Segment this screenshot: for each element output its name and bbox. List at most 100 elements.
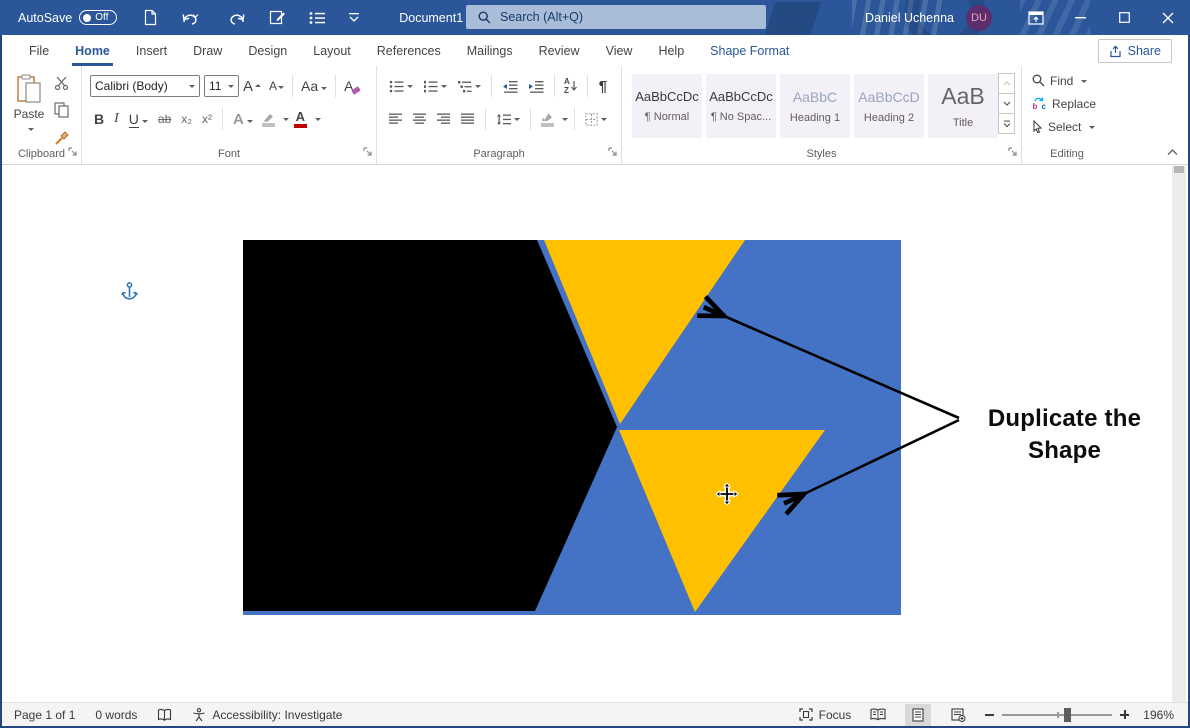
align-center-button[interactable] <box>409 111 431 127</box>
clipboard-dialog-launcher-icon[interactable] <box>68 145 77 159</box>
maximize-button[interactable] <box>1102 0 1146 35</box>
tab-insert[interactable]: Insert <box>123 35 180 66</box>
subscript-button[interactable]: x₂ <box>177 111 196 127</box>
tab-layout[interactable]: Layout <box>300 35 364 66</box>
grow-font-button[interactable]: A <box>239 77 265 96</box>
replace-button[interactable]: b c Replace <box>1032 95 1112 112</box>
undo-icon[interactable] <box>177 8 209 28</box>
shading-button[interactable] <box>537 112 557 127</box>
align-left-button[interactable] <box>385 111 407 127</box>
line-spacing-button[interactable] <box>492 111 524 128</box>
ribbon-display-options-icon[interactable] <box>1014 0 1058 35</box>
multilevel-list-button[interactable] <box>453 78 485 95</box>
bullet-list-button[interactable] <box>385 78 417 95</box>
italic-button[interactable]: I <box>110 110 123 128</box>
font-dialog-launcher-icon[interactable] <box>363 145 372 159</box>
redo-icon[interactable] <box>224 8 250 28</box>
paragraph-group-label: Paragraph <box>377 148 621 160</box>
styles-more-icon[interactable] <box>998 113 1015 134</box>
decrease-indent-button[interactable] <box>498 78 522 95</box>
copy-icon[interactable] <box>54 102 70 121</box>
strikethrough-button[interactable]: ab <box>154 111 175 127</box>
increase-indent-button[interactable] <box>524 78 548 95</box>
zoom-in-icon[interactable] <box>1120 710 1129 719</box>
close-button[interactable] <box>1146 0 1190 35</box>
tab-references[interactable]: References <box>364 35 454 66</box>
paragraph-dialog-launcher-icon[interactable] <box>608 145 617 159</box>
search-icon <box>478 11 491 24</box>
bold-button[interactable]: B <box>90 110 108 128</box>
zoom-level[interactable]: 196% <box>1143 708 1174 722</box>
justify-button[interactable] <box>457 111 479 127</box>
paste-button[interactable]: Paste <box>10 74 48 135</box>
align-right-button[interactable] <box>433 111 455 127</box>
read-mode-icon <box>870 708 886 721</box>
editor-icon[interactable] <box>265 7 290 28</box>
style-normal[interactable]: AaBbCcDc ¶ Normal <box>632 74 702 138</box>
styles-scroll-down-icon[interactable] <box>998 93 1015 114</box>
bullets-icon[interactable] <box>305 9 330 27</box>
user-name[interactable]: Daniel Uchenna <box>865 11 954 25</box>
chevron-down-icon <box>475 85 481 91</box>
new-document-icon[interactable] <box>139 7 162 28</box>
font-size-select[interactable]: 11 <box>204 75 239 97</box>
zoom-slider-thumb[interactable] <box>1064 708 1071 722</box>
collapse-ribbon-icon[interactable] <box>1167 144 1178 158</box>
tab-help[interactable]: Help <box>645 35 697 66</box>
web-layout-button[interactable] <box>945 704 971 726</box>
paste-dropdown-icon[interactable] <box>28 128 34 134</box>
autosave-switch-icon[interactable]: Off <box>79 10 117 25</box>
tab-mailings[interactable]: Mailings <box>454 35 526 66</box>
tab-shape-format[interactable]: Shape Format <box>697 35 802 66</box>
editing-group: Find b c Replace Select Editing <box>1022 66 1112 164</box>
share-button[interactable]: Share <box>1098 39 1172 63</box>
find-button[interactable]: Find <box>1032 72 1112 89</box>
show-formatting-button[interactable]: ¶ <box>594 78 612 95</box>
zoom-out-icon[interactable] <box>985 714 994 716</box>
select-button[interactable]: Select <box>1032 118 1112 135</box>
shapes-drawing[interactable] <box>243 240 901 615</box>
search-input[interactable]: Search (Alt+Q) <box>466 5 766 29</box>
style-heading1[interactable]: AaBbC Heading 1 <box>780 74 850 138</box>
clear-formatting-button[interactable]: A <box>340 77 357 95</box>
tab-view[interactable]: View <box>593 35 646 66</box>
tab-draw[interactable]: Draw <box>180 35 235 66</box>
tab-file[interactable]: File <box>16 35 62 66</box>
font-name-select[interactable]: Calibri (Body) <box>90 75 200 97</box>
zoom-slider[interactable] <box>1002 714 1112 716</box>
highlight-button[interactable] <box>259 112 278 127</box>
scrollbar-thumb[interactable] <box>1174 166 1184 173</box>
customize-qat-icon[interactable] <box>345 11 363 25</box>
proofing-icon[interactable] <box>157 708 172 722</box>
styles-dialog-launcher-icon[interactable] <box>1008 145 1017 159</box>
page-indicator[interactable]: Page 1 of 1 <box>14 708 75 722</box>
text-effects-button[interactable]: A <box>229 110 257 129</box>
avatar[interactable]: DU <box>966 5 992 31</box>
underline-button[interactable]: U <box>125 110 152 128</box>
tab-home[interactable]: Home <box>62 35 123 66</box>
superscript-button[interactable]: x² <box>198 111 216 127</box>
numbered-list-button[interactable] <box>419 78 451 95</box>
change-case-button[interactable]: Aa <box>297 77 331 95</box>
font-color-button[interactable]: A <box>291 110 310 128</box>
shrink-font-button[interactable]: A <box>265 78 288 94</box>
print-layout-button[interactable] <box>905 704 931 726</box>
accessibility-status[interactable]: Accessibility: Investigate <box>192 708 342 722</box>
font-group: Calibri (Body) 11 A A Aa A B I U ab x₂ x… <box>82 66 377 164</box>
autosave-toggle[interactable]: AutoSave Off <box>18 10 117 25</box>
minimize-button[interactable] <box>1058 0 1102 35</box>
style-heading2[interactable]: AaBbCcD Heading 2 <box>854 74 924 138</box>
document-canvas[interactable]: Duplicate the Shape <box>2 166 1188 702</box>
tab-review[interactable]: Review <box>526 35 593 66</box>
sort-button[interactable]: AZ <box>561 78 581 95</box>
style-title[interactable]: AaB Title <box>928 74 998 138</box>
styles-scroll-up-icon[interactable] <box>998 73 1015 94</box>
read-mode-button[interactable] <box>865 704 891 726</box>
borders-button[interactable] <box>581 111 611 128</box>
word-count[interactable]: 0 words <box>95 708 137 722</box>
cut-icon[interactable] <box>54 76 70 93</box>
style-no-spacing[interactable]: AaBbCcDc ¶ No Spac... <box>706 74 776 138</box>
tab-design[interactable]: Design <box>235 35 300 66</box>
focus-mode-button[interactable]: Focus <box>799 708 852 722</box>
vertical-scrollbar[interactable] <box>1172 166 1186 702</box>
